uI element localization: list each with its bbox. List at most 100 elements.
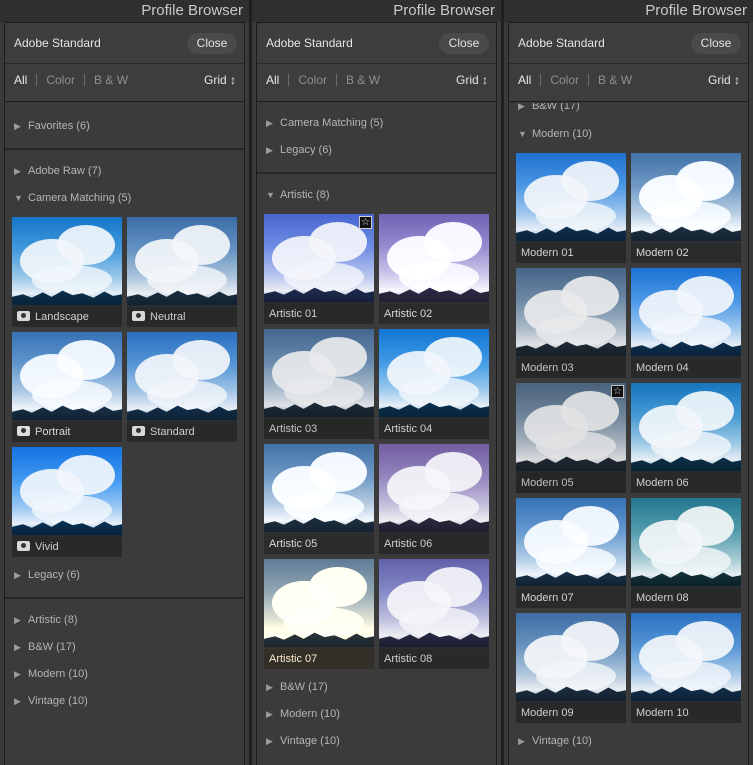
current-profile-name: Adobe Standard bbox=[266, 36, 353, 50]
filter-all[interactable]: All bbox=[266, 73, 279, 87]
profile-thumb-artistic-06[interactable]: Artistic 06 bbox=[379, 444, 489, 554]
profile-thumb-modern-06[interactable]: Modern 06 bbox=[631, 383, 741, 493]
thumb-label: Modern 06 bbox=[631, 473, 741, 493]
profile-thumb-modern-09[interactable]: Modern 09 bbox=[516, 613, 626, 723]
profile-thumb-neutral[interactable]: Neutral bbox=[127, 217, 237, 327]
group-label: Modern (10) bbox=[280, 708, 340, 720]
group-favorites[interactable]: ▶ Favorites (6) bbox=[14, 120, 90, 132]
profile-controls: Adobe Standard Close All Color B & W Gri… bbox=[508, 22, 749, 102]
panel-title: Profile Browser bbox=[0, 0, 249, 22]
thumb-label: Modern 01 bbox=[516, 243, 626, 263]
thumb-label: Artistic 06 bbox=[379, 534, 489, 554]
collapsed-triangle-icon: ▶ bbox=[14, 696, 21, 706]
group-vintage[interactable]: ▶ Vintage (10) bbox=[266, 735, 340, 747]
profile-thumb-portrait[interactable]: Portrait bbox=[12, 332, 122, 442]
filter-color[interactable]: Color bbox=[298, 73, 327, 87]
group-adobe-raw[interactable]: ▶ Adobe Raw (7) bbox=[14, 165, 101, 177]
filter-separator bbox=[336, 74, 338, 86]
profile-thumb-vivid[interactable]: Vivid bbox=[12, 447, 122, 557]
divider bbox=[5, 63, 244, 64]
profile-thumb-modern-03[interactable]: Modern 03 bbox=[516, 268, 626, 378]
filter-bw[interactable]: B & W bbox=[598, 73, 632, 87]
group-legacy[interactable]: ▶ Legacy (6) bbox=[266, 144, 332, 156]
close-button[interactable]: Close bbox=[187, 33, 237, 54]
collapsed-triangle-icon: ▶ bbox=[266, 736, 273, 746]
profile-thumb-artistic-07[interactable]: Artistic 07 bbox=[264, 559, 374, 669]
profile-thumb-modern-05[interactable]: ☆ Modern 05 bbox=[516, 383, 626, 493]
filter-tabs: All Color B & W bbox=[518, 73, 632, 87]
group-camera-matching[interactable]: ▶ Camera Matching (5) bbox=[266, 117, 383, 129]
filter-color[interactable]: Color bbox=[550, 73, 579, 87]
profile-thumb-modern-08[interactable]: Modern 08 bbox=[631, 498, 741, 608]
thumb-label: Artistic 08 bbox=[379, 649, 489, 669]
group-bw[interactable]: ▶ B&W (17) bbox=[14, 641, 76, 653]
group-label: Camera Matching (5) bbox=[280, 117, 384, 129]
profile-thumb-artistic-03[interactable]: Artistic 03 bbox=[264, 329, 374, 439]
group-vintage[interactable]: ▶ Vintage (10) bbox=[14, 695, 88, 707]
group-camera-matching[interactable]: ▼ Camera Matching (5) bbox=[14, 192, 131, 204]
view-mode-select[interactable]: Grid ↕ bbox=[708, 73, 740, 87]
expanded-triangle-icon: ▼ bbox=[14, 193, 23, 203]
profile-thumb-modern-04[interactable]: Modern 04 bbox=[631, 268, 741, 378]
group-label: Artistic (8) bbox=[280, 189, 330, 201]
camera-icon bbox=[17, 426, 30, 436]
thumb-label: Standard bbox=[127, 422, 237, 442]
section-divider bbox=[257, 172, 496, 174]
group-label: Legacy (6) bbox=[28, 569, 80, 581]
group-modern[interactable]: ▼ Modern (10) bbox=[518, 128, 592, 140]
profile-thumb-modern-07[interactable]: Modern 07 bbox=[516, 498, 626, 608]
filter-tabs: All Color B & W bbox=[266, 73, 380, 87]
view-mode-select[interactable]: Grid ↕ bbox=[204, 73, 236, 87]
current-profile-name: Adobe Standard bbox=[14, 36, 101, 50]
group-label: Camera Matching (5) bbox=[28, 192, 132, 204]
collapsed-triangle-icon: ▶ bbox=[266, 145, 273, 155]
group-label: Artistic (8) bbox=[28, 614, 78, 626]
camera-icon bbox=[132, 311, 145, 321]
group-modern[interactable]: ▶ Modern (10) bbox=[14, 668, 88, 680]
profile-thumb-modern-02[interactable]: Modern 02 bbox=[631, 153, 741, 263]
profile-thumb-artistic-01[interactable]: ☆ Artistic 01 bbox=[264, 214, 374, 324]
profile-thumb-modern-01[interactable]: Modern 01 bbox=[516, 153, 626, 263]
thumb-label: Portrait bbox=[12, 422, 122, 442]
group-artistic[interactable]: ▼ Artistic (8) bbox=[266, 189, 330, 201]
profile-list: ▶ Camera Matching (5) ▶ Legacy (6) ▼ Artist… bbox=[256, 103, 497, 765]
thumb-label: Artistic 03 bbox=[264, 419, 374, 439]
profile-thumb-modern-10[interactable]: Modern 10 bbox=[631, 613, 741, 723]
group-legacy[interactable]: ▶ Legacy (6) bbox=[14, 569, 80, 581]
thumb-label: Modern 02 bbox=[631, 243, 741, 263]
filter-separator bbox=[288, 74, 290, 86]
thumb-label: Artistic 07 bbox=[264, 649, 374, 669]
group-vintage[interactable]: ▶ Vintage (10) bbox=[518, 735, 592, 747]
group-bw[interactable]: ▶ B&W (17) bbox=[266, 681, 328, 693]
profile-thumb-landscape[interactable]: Landscape bbox=[12, 217, 122, 327]
close-button[interactable]: Close bbox=[691, 33, 741, 54]
panel-title: Profile Browser bbox=[252, 0, 501, 22]
filter-color[interactable]: Color bbox=[46, 73, 75, 87]
filter-all[interactable]: All bbox=[14, 73, 27, 87]
thumb-label: Modern 05 bbox=[516, 473, 626, 493]
thumb-label: Artistic 01 bbox=[264, 304, 374, 324]
thumb-label: Modern 03 bbox=[516, 358, 626, 378]
group-modern[interactable]: ▶ Modern (10) bbox=[266, 708, 340, 720]
profile-thumb-artistic-02[interactable]: Artistic 02 bbox=[379, 214, 489, 324]
collapsed-triangle-icon: ▶ bbox=[14, 615, 21, 625]
filter-bw[interactable]: B & W bbox=[94, 73, 128, 87]
close-button[interactable]: Close bbox=[439, 33, 489, 54]
group-label: B&W (17) bbox=[280, 681, 328, 693]
favorite-star-icon[interactable]: ☆ bbox=[359, 216, 372, 229]
thumb-label: Modern 07 bbox=[516, 588, 626, 608]
profile-list: ▶ B&W (17) ▼ Modern (10) Modern 01 Modern … bbox=[508, 103, 749, 765]
divider bbox=[509, 63, 748, 64]
profile-thumb-artistic-04[interactable]: Artistic 04 bbox=[379, 329, 489, 439]
group-label: Legacy (6) bbox=[280, 144, 332, 156]
filter-all[interactable]: All bbox=[518, 73, 531, 87]
profile-thumb-artistic-05[interactable]: Artistic 05 bbox=[264, 444, 374, 554]
profile-thumb-standard[interactable]: Standard bbox=[127, 332, 237, 442]
filter-bw[interactable]: B & W bbox=[346, 73, 380, 87]
view-mode-select[interactable]: Grid ↕ bbox=[456, 73, 488, 87]
group-artistic[interactable]: ▶ Artistic (8) bbox=[14, 614, 78, 626]
group-bw[interactable]: ▶ B&W (17) bbox=[518, 103, 580, 112]
favorite-star-icon[interactable]: ☆ bbox=[611, 385, 624, 398]
profile-thumb-artistic-08[interactable]: Artistic 08 bbox=[379, 559, 489, 669]
group-label: B&W (17) bbox=[28, 641, 76, 653]
